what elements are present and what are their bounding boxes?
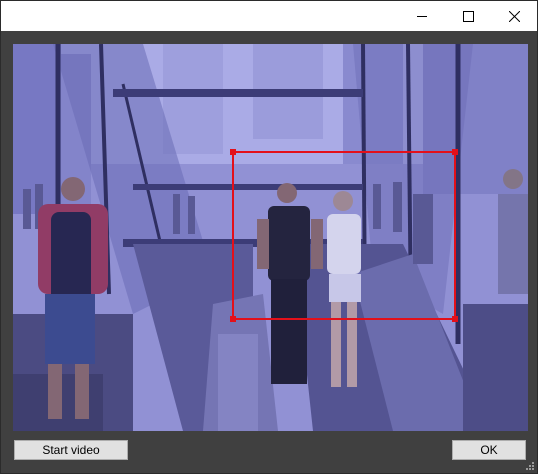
resize-handle-top-right[interactable] <box>452 149 458 155</box>
start-video-button[interactable]: Start video <box>14 440 128 460</box>
selection-rectangle[interactable] <box>230 149 458 322</box>
resize-grip-icon[interactable] <box>525 461 535 471</box>
maximize-icon <box>462 10 474 22</box>
minimize-button[interactable] <box>399 1 445 31</box>
dialog-window: Start video OK <box>0 0 538 474</box>
resize-handle-bottom-right[interactable] <box>452 316 458 322</box>
video-preview[interactable] <box>13 44 528 431</box>
resize-handle-top-left[interactable] <box>230 149 236 155</box>
ok-button[interactable]: OK <box>452 440 526 460</box>
close-button[interactable] <box>491 1 537 31</box>
close-icon <box>508 10 520 22</box>
resize-handle-bottom-left[interactable] <box>230 316 236 322</box>
minimize-icon <box>417 16 427 17</box>
title-bar <box>1 1 537 31</box>
maximize-button[interactable] <box>445 1 491 31</box>
